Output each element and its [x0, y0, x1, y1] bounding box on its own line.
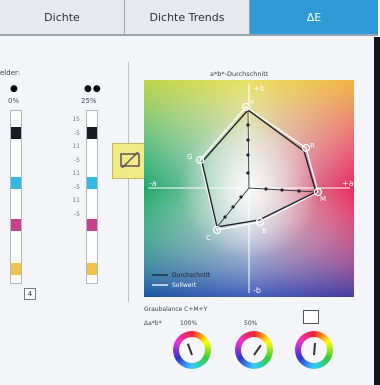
point — [223, 215, 227, 219]
axis-label-pos-a: +a — [342, 179, 354, 188]
column-option-button[interactable]: 4 — [24, 288, 36, 300]
tab-dichte[interactable]: Dichte — [0, 0, 125, 36]
tick: 15 — [72, 116, 80, 123]
col1-percent: 0% — [8, 97, 20, 105]
app-frame: Dichte Dichte Trends ΔE elder: ● ●● 0% 2… — [0, 0, 380, 385]
axis-label-neg-a: -a — [149, 179, 157, 188]
right-bezel — [374, 37, 380, 385]
gray-balance-dial-50 — [235, 331, 273, 369]
density-column-2 — [86, 110, 98, 284]
tick: 11 — [72, 197, 80, 204]
axis-label-neg-b: -b — [253, 286, 261, 295]
point — [246, 171, 250, 175]
swatch-magenta — [87, 219, 97, 231]
tick: -5 — [74, 183, 80, 191]
point — [246, 138, 250, 142]
tick-labels: 15 -5 11 -5 11 -5 11 -5 — [60, 113, 80, 221]
gray-balance-dial-100 — [173, 331, 211, 369]
tick: 11 — [72, 143, 80, 150]
tick: -5 — [74, 129, 80, 137]
point — [280, 188, 284, 192]
axis-label-pos-b: +b — [253, 84, 265, 93]
col2-percent: 25% — [81, 97, 97, 105]
swatch-yellow — [87, 263, 97, 275]
tick: 11 — [72, 170, 80, 177]
label-r: R — [310, 142, 315, 150]
label-y: Y — [249, 99, 255, 107]
gray-balance-title: Graubalance C+M+Y — [144, 306, 208, 313]
tick: -5 — [74, 210, 80, 218]
dial-center — [241, 337, 267, 363]
tab-delta-e[interactable]: ΔE — [250, 0, 378, 36]
reference-button[interactable] — [303, 310, 319, 324]
column-dots: ●● — [84, 84, 102, 94]
swatch-black — [11, 127, 21, 139]
tab-dichte-trends[interactable]: Dichte Trends — [125, 0, 250, 36]
legend-label-average: Durchschnitt — [172, 272, 211, 279]
delta-ab-label: Δa*b* — [144, 320, 162, 327]
swatch-cyan — [87, 177, 97, 189]
label-g: G — [187, 153, 192, 161]
label-m: M — [320, 195, 326, 203]
swatch-magenta — [11, 219, 21, 231]
dial-center — [179, 337, 205, 363]
swatch-black — [87, 127, 97, 139]
chart-title: a*b*-Durchschnitt — [210, 70, 269, 78]
point — [246, 153, 250, 157]
swatch-yellow — [11, 263, 21, 275]
ab-chart: +b -b +a -a Y R M B C G Durchschnitt Sol… — [144, 80, 354, 297]
point — [264, 187, 268, 191]
point — [246, 123, 250, 127]
density-column-1 — [10, 110, 22, 284]
dial-percent-50: 50% — [244, 320, 258, 327]
tick: -5 — [74, 156, 80, 164]
swatch-cyan — [11, 177, 21, 189]
dial-percent-100: 100% — [180, 320, 198, 327]
point — [297, 189, 301, 193]
column-dots: ● — [10, 84, 19, 94]
eye-off-icon — [120, 151, 140, 169]
tab-bar: Dichte Dichte Trends ΔE — [0, 0, 380, 37]
gray-balance-dial-3 — [295, 331, 333, 369]
label-b: B — [262, 227, 267, 235]
point — [239, 195, 243, 199]
label-c: C — [206, 234, 211, 242]
point — [231, 205, 235, 209]
legend-label-target: Sollwert — [172, 282, 197, 289]
section-label: elder: — [0, 69, 21, 77]
toggle-visibility-button[interactable] — [112, 143, 148, 179]
